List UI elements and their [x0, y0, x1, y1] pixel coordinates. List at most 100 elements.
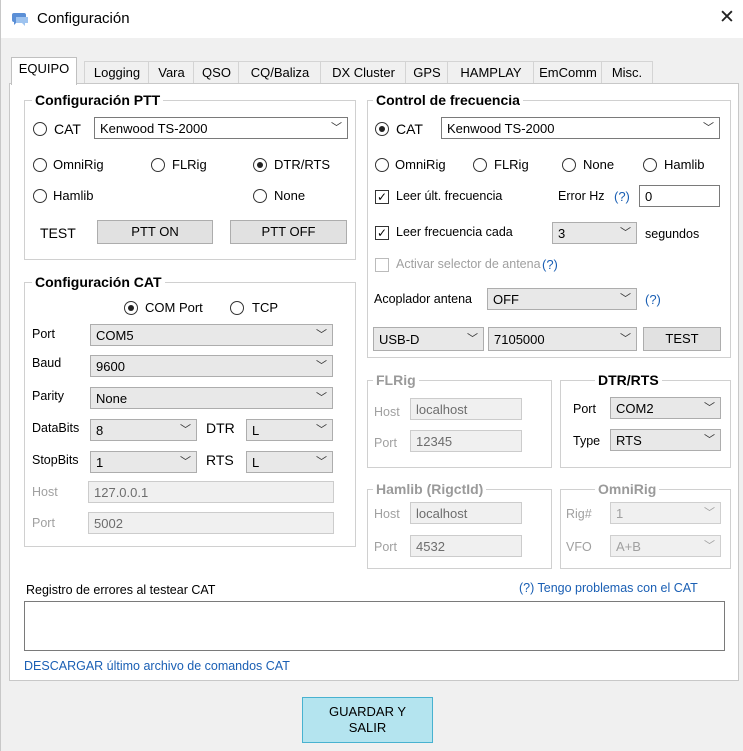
port-select[interactable]: COM5 ﹀: [90, 324, 333, 346]
hamlib-port-field[interactable]: 4532: [410, 535, 522, 557]
ptt-off-button[interactable]: PTT OFF: [230, 220, 347, 244]
ptt-hamlib-radio[interactable]: [33, 189, 47, 203]
ptt-dtr-rts-radio[interactable]: [253, 158, 267, 172]
frequency-value: 7105000: [494, 332, 545, 347]
dtr-rts-type-label: Type: [573, 434, 601, 448]
stopbits-select[interactable]: 1 ﹀: [90, 451, 197, 473]
ptt-cat-radio-value: Kenwood TS-2000: [100, 121, 208, 136]
mode-select[interactable]: USB-D ﹀: [373, 327, 484, 351]
baud-select[interactable]: 9600 ﹀: [90, 355, 333, 377]
read-freq-every-checkbox[interactable]: ✓: [375, 226, 389, 240]
coupler-value: OFF: [493, 292, 519, 307]
flrig-port-label: Port: [374, 436, 397, 450]
hamlib-group-title: Hamlib (RigctId): [373, 481, 487, 497]
freq-flrig-radio[interactable]: [473, 158, 487, 172]
flrig-port-field[interactable]: 12345: [410, 430, 522, 452]
save-and-exit-button[interactable]: GUARDAR Y SALIR: [302, 697, 433, 743]
freq-hamlib-radio[interactable]: [643, 158, 657, 172]
omnirig-vfo-select[interactable]: A+B ﹀: [610, 535, 721, 557]
rts-select[interactable]: L ﹀: [246, 451, 333, 473]
freq-omnirig-radio[interactable]: [375, 158, 389, 172]
freq-test-button[interactable]: TEST: [643, 327, 721, 351]
databits-select[interactable]: 8 ﹀: [90, 419, 197, 441]
close-icon[interactable]: ✕: [713, 4, 741, 32]
error-hz-input[interactable]: 0: [639, 185, 720, 207]
tab-gps[interactable]: GPS: [405, 61, 449, 84]
dtr-label: DTR: [206, 420, 235, 436]
cat-com-port-radio[interactable]: [124, 301, 138, 315]
error-log-textarea[interactable]: [24, 601, 725, 651]
dtr-rts-type-select[interactable]: RTS ﹀: [610, 429, 721, 451]
antenna-selector-help-link[interactable]: (?): [542, 257, 558, 272]
coupler-label: Acoplador antena: [374, 292, 472, 306]
chevron-down-icon: ﹀: [316, 329, 327, 341]
dtr-value: L: [252, 423, 260, 438]
parity-select[interactable]: None ﹀: [90, 387, 333, 409]
error-hz-help-link[interactable]: (?): [614, 189, 630, 204]
freq-cat-radio[interactable]: [375, 122, 389, 136]
hamlib-host-value: localhost: [416, 506, 468, 521]
chevron-down-icon: ﹀: [331, 122, 342, 134]
mode-value: USB-D: [379, 332, 420, 347]
chevron-down-icon: ﹀: [620, 293, 631, 305]
stopbits-label: StopBits: [32, 453, 79, 467]
ptt-cat-radio[interactable]: [33, 122, 47, 136]
tab-qso[interactable]: QSO: [193, 61, 240, 84]
tab-equipo[interactable]: EQUIPO: [11, 57, 77, 85]
tcp-port-field[interactable]: 5002: [88, 512, 334, 534]
dtr-rts-group-title: DTR/RTS: [595, 372, 662, 388]
tcp-host-field[interactable]: 127.0.0.1: [88, 481, 334, 503]
chevron-down-icon: ﹀: [316, 360, 327, 372]
dtr-rts-port-label: Port: [573, 402, 596, 416]
omnirig-rig-select[interactable]: 1 ﹀: [610, 502, 721, 524]
omnirig-vfo-label: VFO: [566, 540, 592, 554]
frequency-select[interactable]: 7105000 ﹀: [488, 327, 637, 351]
read-last-freq-checkbox[interactable]: ✓: [375, 190, 389, 204]
freq-cat-radio-select[interactable]: Kenwood TS-2000 ﹀: [441, 117, 720, 139]
download-cat-log-link[interactable]: DESCARGAR último archivo de comandos CAT: [24, 659, 290, 673]
tab-vara[interactable]: Vara: [148, 61, 195, 84]
ptt-flrig-radio[interactable]: [151, 158, 165, 172]
omnirig-rig-label: Rig#: [566, 507, 592, 521]
hamlib-host-label: Host: [374, 507, 400, 521]
hamlib-host-field[interactable]: localhost: [410, 502, 522, 524]
tab-hamplay[interactable]: HAMPLAY: [447, 61, 535, 84]
dtr-rts-type-value: RTS: [616, 433, 642, 448]
ptt-on-button[interactable]: PTT ON: [97, 220, 213, 244]
rts-value: L: [252, 455, 260, 470]
seconds-label: segundos: [645, 227, 700, 241]
cat-com-port-label: COM Port: [145, 300, 203, 315]
ptt-flrig-label: FLRig: [172, 157, 207, 172]
coupler-help-link[interactable]: (?): [645, 292, 661, 307]
ptt-test-label: TEST: [40, 225, 76, 241]
dtr-rts-port-select[interactable]: COM2 ﹀: [610, 397, 721, 419]
tab-emcomm[interactable]: EmComm: [533, 61, 603, 84]
chevron-down-icon: ﹀: [703, 122, 714, 134]
omnirig-vfo-value: A+B: [616, 539, 641, 554]
ptt-hamlib-label: Hamlib: [53, 188, 94, 203]
tab-cq-baliza[interactable]: CQ/Baliza: [238, 61, 322, 84]
ptt-omnirig-radio[interactable]: [33, 158, 47, 172]
cat-tcp-radio[interactable]: [230, 301, 244, 315]
app-icon: [12, 13, 28, 26]
ptt-none-radio[interactable]: [253, 189, 267, 203]
antenna-selector-checkbox[interactable]: [375, 258, 389, 272]
read-interval-value: 3: [558, 226, 566, 241]
error-hz-value: 0: [645, 189, 653, 204]
flrig-host-label: Host: [374, 405, 400, 419]
cat-help-link[interactable]: (?) Tengo problemas con el CAT: [519, 581, 698, 595]
tab-misc[interactable]: Misc.: [601, 61, 653, 84]
tab-logging[interactable]: Logging: [84, 61, 150, 84]
tab-dx-cluster[interactable]: DX Cluster: [320, 61, 407, 84]
ptt-cat-radio-select[interactable]: Kenwood TS-2000 ﹀: [94, 117, 348, 139]
port-label: Port: [32, 327, 55, 341]
coupler-select[interactable]: OFF ﹀: [487, 288, 637, 310]
freq-none-radio[interactable]: [562, 158, 576, 172]
dtr-select[interactable]: L ﹀: [246, 419, 333, 441]
omnirig-group-title: OmniRig: [595, 481, 660, 497]
antenna-selector-label: Activar selector de antena: [396, 257, 541, 271]
read-interval-select[interactable]: 3 ﹀: [552, 222, 637, 244]
window-title: Configuración: [37, 10, 130, 27]
flrig-host-field[interactable]: localhost: [410, 398, 522, 420]
freq-cat-label: CAT: [396, 121, 423, 137]
